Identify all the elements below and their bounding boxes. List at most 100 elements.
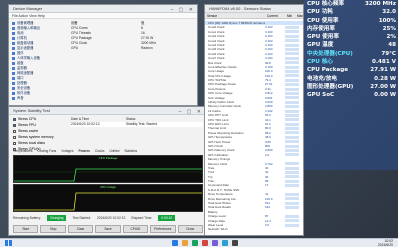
sensor-bar [285, 109, 299, 113]
taskbar-app-icon[interactable] [232, 240, 238, 246]
osd-label: 电池充/放电 [307, 75, 338, 82]
stress-options: Stress CPU Stress FPU Stress cache Stres… [9, 116, 69, 152]
osd-value: 27.00 W [370, 83, 396, 90]
clear-button[interactable]: Clear [67, 225, 94, 233]
osd-value: 0.28 W [374, 75, 396, 82]
checkbox-checked-icon [13, 123, 16, 127]
checkbox-icon [13, 141, 16, 145]
sensors-window[interactable]: HWiNFO64 v8.00 - Sensors Status Sensor C… [204, 4, 304, 236]
detail-row: GPU Radeon [71, 46, 153, 50]
tab-unified[interactable]: Unified [109, 149, 119, 153]
tree-item[interactable]: 声音 [12, 96, 56, 101]
close-button[interactable]: Close [177, 225, 203, 233]
window-titlebar[interactable]: HWiNFO64 v8.00 - Sensors Status [205, 5, 303, 13]
sensor-bar [285, 149, 299, 153]
sensor-list[interactable]: CPU [#0]: AMD Ryzen 7 8845HS: Enhanced Co… [205, 21, 303, 232]
osd-value: 48 [388, 42, 396, 49]
cpu-usage-graph: CPU Usage [13, 184, 203, 212]
stability-test-window[interactable]: System Stability Test – ▢ ✕ Stress CPU S… [8, 106, 206, 236]
tab-cooling-fans[interactable]: Cooling Fans [38, 149, 57, 153]
taskbar-app-icon[interactable] [222, 240, 228, 246]
osd-label: 中央处理器(CPU) [307, 50, 353, 57]
sensor-bar [285, 48, 299, 52]
osd-label: CPU Package [307, 67, 349, 74]
sensor-bar [285, 206, 299, 210]
sensor-bar [285, 175, 299, 179]
cpu-usage-graph-plot [14, 192, 202, 211]
taskbar-app-icon[interactable] [212, 240, 218, 246]
osd-line: CPU Package 27.91 W [304, 66, 398, 74]
sensor-bar [285, 26, 299, 30]
sensor-bar [285, 30, 299, 34]
osd-line: CPU 核心频率 3200 MHz [304, 0, 398, 8]
test-status-bar: Remaining Battery: Charging Test Started… [13, 214, 203, 222]
checkbox-icon [13, 129, 16, 133]
sensor-name: Network: Wi-Fi [208, 227, 228, 232]
preferences-button[interactable]: Preferences [150, 225, 176, 233]
start-button[interactable]: Start [13, 225, 39, 233]
stop-button[interactable]: Stop [40, 225, 66, 233]
cpuid-button[interactable]: CPUID [122, 225, 149, 233]
tab-clocks[interactable]: Clocks [95, 149, 105, 153]
system-clock[interactable]: 10:02 2024/6/20 [378, 239, 393, 247]
tab-statistics[interactable]: Statistics [124, 149, 137, 153]
taskbar-app-icon[interactable] [182, 240, 188, 246]
sensor-bar [285, 214, 299, 218]
osd-line: 中央处理器(CPU) 79°C [304, 50, 398, 58]
sensor-bar [285, 153, 299, 157]
device-tree[interactable]: 设备管理器 音频输入和输出 电池 计算机 磁盘驱动器 显示适配器 固件 人体学输… [12, 21, 56, 101]
window-controls[interactable]: – ▢ ✕ [179, 108, 203, 116]
sensor-bar [285, 34, 299, 38]
elapsed-time-badge: 0:00:12 [158, 215, 176, 221]
sensor-bar [285, 162, 299, 166]
tab-voltages[interactable]: Voltages [61, 149, 73, 153]
sensor-bar [285, 140, 299, 144]
sensor-row[interactable]: Network: Wi-Fi [205, 227, 303, 232]
osd-line: GPU 温度 48 [304, 41, 398, 49]
taskbar-app-icon[interactable] [202, 240, 208, 246]
window-controls[interactable]: – ▢ ✕ [171, 6, 195, 14]
graph-tabs[interactable]: Temperatures Cooling Fans Voltages Power… [13, 149, 137, 153]
sensor-bar [285, 78, 299, 82]
osd-label: 图形处理器(GPU) [307, 83, 354, 90]
cpu-package-graph: CPU Package [13, 155, 203, 183]
menu-bar[interactable]: File Action View Help [9, 13, 197, 19]
sensor-bar [285, 127, 299, 131]
sensor-bar [285, 87, 299, 91]
start-button[interactable] [5, 239, 12, 247]
window-titlebar[interactable]: System Stability Test – ▢ ✕ [9, 107, 205, 115]
window-titlebar[interactable]: Device Manager – ▢ ✕ [9, 5, 197, 13]
tab-temperatures[interactable]: Temperatures [13, 149, 33, 153]
sensor-bar [285, 131, 299, 135]
taskbar: 10:02 2024/6/20 [0, 238, 398, 247]
checkbox-checked-icon [13, 117, 16, 121]
sensor-bar [285, 144, 299, 148]
taskbar-apps [172, 240, 238, 246]
osd-line: 电池充/放电 0.28 W [304, 75, 398, 83]
osd-value: 25% [382, 25, 396, 32]
sensor-bar [285, 105, 299, 109]
osd-value: 0.00 W [374, 92, 396, 99]
sensor-value [265, 227, 285, 231]
osd-value: 79°C [381, 50, 396, 57]
save-button[interactable]: Save [95, 225, 121, 233]
taskbar-app-icon[interactable] [172, 240, 178, 246]
sensor-bar [285, 56, 299, 60]
sensor-bar [285, 201, 299, 205]
device-manager-window[interactable]: Device Manager – ▢ ✕ File Action View He… [8, 4, 198, 106]
sensor-bar [285, 61, 299, 65]
osd-label: CPU 使用率 [307, 17, 339, 24]
sensor-bar [285, 65, 299, 69]
sensor-bar [285, 113, 299, 117]
sensor-bar [285, 122, 299, 126]
sensor-bar [285, 184, 299, 188]
taskbar-app-icon[interactable] [192, 240, 198, 246]
window-title: Device Manager [13, 6, 43, 11]
sensor-bar [285, 192, 299, 196]
battery-status-badge: Charging [47, 215, 67, 221]
osd-label: CPU 核心 [307, 59, 333, 66]
osd-value: 32.0 [382, 9, 396, 16]
tab-powers[interactable]: Powers [79, 149, 90, 153]
sensor-bar [285, 39, 299, 43]
osd-label: GPU 温度 [307, 42, 334, 49]
